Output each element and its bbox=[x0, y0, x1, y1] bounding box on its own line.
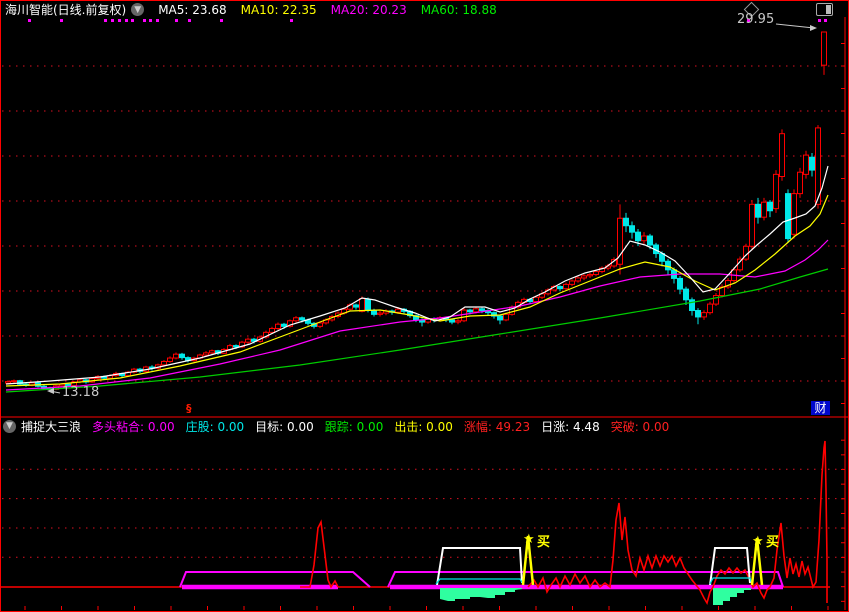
indicator-title: 捕捉大三浪 bbox=[21, 419, 82, 434]
indicator-fields: 多头粘合: 0.00 庄股: 0.00 目标: 0.00 跟踪: 0.00 出击: 0.… bbox=[81, 418, 669, 435]
panel-layout-icon[interactable] bbox=[816, 3, 833, 16]
ma-label: MA20: 20.23 bbox=[330, 2, 407, 17]
price-label-low: 13.18 bbox=[62, 385, 100, 400]
indicator-field: 日涨: 4.48 bbox=[541, 419, 600, 434]
ma-labels: MA5: 23.68 MA10: 22.35 MA20: 20.23 MA60: 18… bbox=[144, 3, 497, 17]
finance-badge[interactable]: 财 bbox=[811, 401, 830, 415]
ma-label: MA10: 22.35 bbox=[240, 2, 317, 17]
collapse-main-icon[interactable]: ▼ bbox=[131, 3, 145, 16]
indicator-field: 跟踪: 0.00 bbox=[324, 419, 384, 434]
collapse-indicator-icon[interactable]: ▼ bbox=[3, 419, 16, 433]
buy-signal-label: 买 bbox=[537, 535, 551, 550]
stock-title: 海川智能(日线.前复权) bbox=[5, 3, 127, 17]
indicator-field: 庄股: 0.00 bbox=[185, 419, 245, 434]
buy-star-icon: ★ bbox=[523, 532, 535, 547]
indicator-field: 涨幅: 49.23 bbox=[463, 419, 531, 434]
buy-signal-label: 买 bbox=[766, 535, 780, 550]
indicator-field: 突破: 0.00 bbox=[610, 419, 670, 434]
chart-canvas bbox=[0, 17, 849, 610]
signal-symbol: § bbox=[186, 402, 192, 415]
ma-label: MA60: 18.88 bbox=[420, 2, 497, 17]
ma-label: MA5: 23.68 bbox=[158, 2, 227, 17]
buy-star-icon: ★ bbox=[752, 534, 764, 549]
indicator-titlebar: ▼ 捕捉大三浪 多头粘合: 0.00 庄股: 0.00 目标: 0.00 跟踪: 0.… bbox=[0, 418, 849, 435]
price-label-high: 29.95 bbox=[737, 12, 775, 27]
indicator-field: 多头粘合: 0.00 bbox=[92, 419, 175, 434]
indicator-field: 出击: 0.00 bbox=[394, 419, 453, 434]
main-chart-titlebar: 海川智能(日线.前复权) ▼ MA5: 23.68 MA10: 22.35 MA20… bbox=[0, 2, 849, 18]
stock-app-window: 海川智能(日线.前复权) ▼ MA5: 23.68 MA10: 22.35 MA20… bbox=[0, 0, 849, 612]
indicator-field: 目标: 0.00 bbox=[255, 419, 314, 434]
